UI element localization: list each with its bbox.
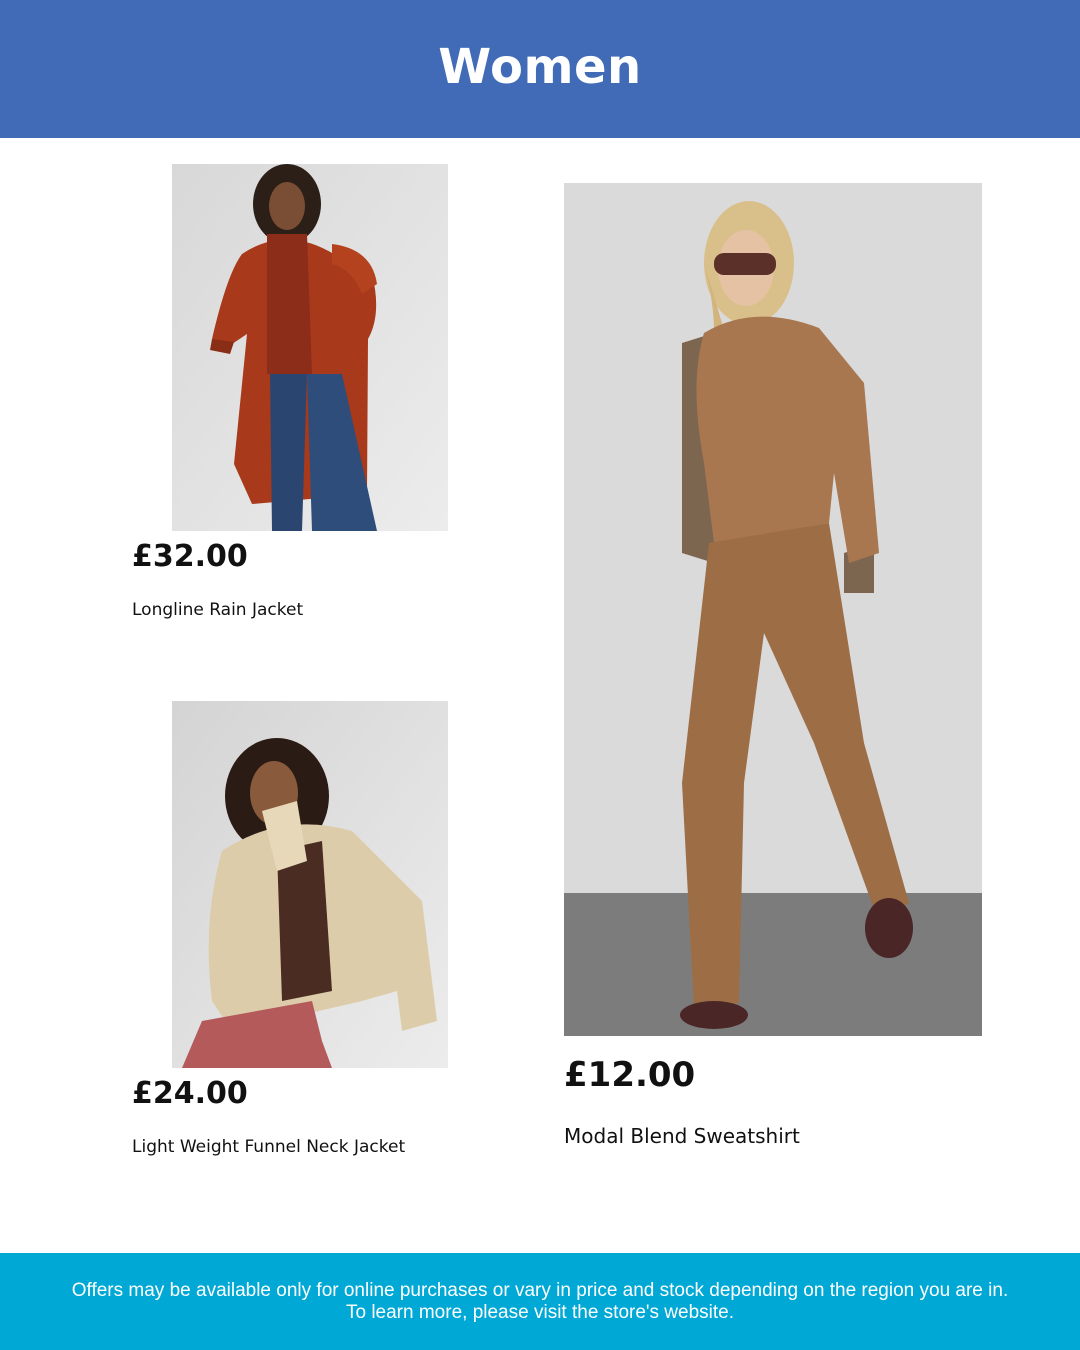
disclaimer-line-1: Offers may be available only for online … [71,1279,1009,1301]
disclaimer-footer: Offers may be available only for online … [0,1253,1080,1350]
product-image[interactable] [172,701,448,1068]
product-price: £32.00 [132,539,248,574]
product-price: £12.00 [564,1055,696,1095]
product-name[interactable]: Modal Blend Sweatshirt [564,1124,800,1148]
page-title: Women [438,39,642,95]
product-name[interactable]: Longline Rain Jacket [132,600,303,620]
disclaimer-line-2: To learn more, please visit the store's … [345,1301,735,1323]
product-image[interactable] [172,164,448,531]
product-image[interactable] [564,183,982,1036]
page-header: Women [0,0,1080,138]
product-name[interactable]: Light Weight Funnel Neck Jacket [132,1137,405,1157]
product-price: £24.00 [132,1076,248,1111]
